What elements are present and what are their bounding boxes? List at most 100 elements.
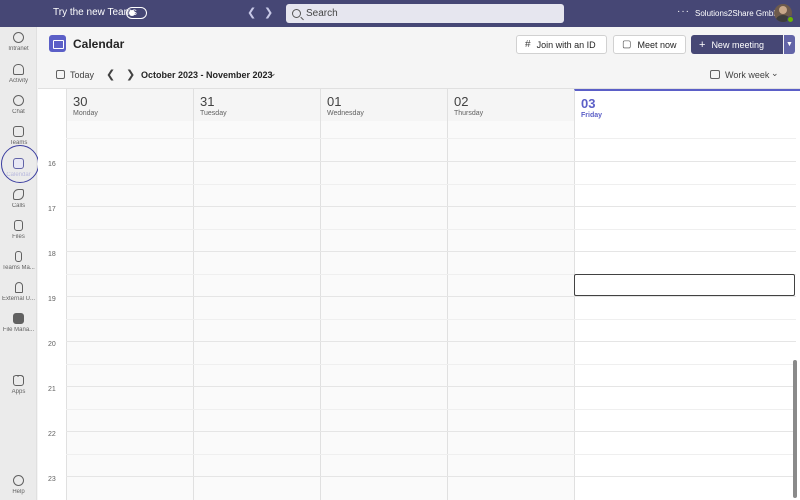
day-header-monday[interactable]: 30 Monday: [66, 89, 193, 121]
app-rail: Intranet Activity Chat Teams Calendar Ca…: [0, 27, 37, 500]
calendar-grid: 30 Monday 31 Tuesday 01 Wednesday 02 Thu…: [38, 88, 800, 500]
join-with-id-label: Join with an ID: [536, 39, 596, 50]
rail-label: Chat: [12, 109, 25, 115]
rail-label: Intranet: [8, 46, 29, 52]
chat-icon: [13, 95, 24, 106]
half-hour-line: [66, 319, 796, 320]
day-name: Wednesday: [327, 110, 364, 117]
more-options-icon[interactable]: ···: [677, 6, 690, 17]
day-header-friday[interactable]: 03 Friday: [574, 89, 800, 121]
phone-icon: [13, 189, 24, 200]
rail-item-external-users[interactable]: External U...: [0, 282, 37, 312]
day-column-monday[interactable]: [66, 121, 193, 500]
day-header-thursday[interactable]: 02 Thursday: [447, 89, 574, 121]
calendar-app-icon: [49, 35, 66, 52]
view-switcher-icon: [710, 70, 720, 79]
day-number: 02: [454, 94, 469, 109]
toggle-knob: [129, 10, 135, 16]
bell-icon: [13, 64, 24, 75]
day-number: 30: [73, 94, 88, 109]
new-meeting-button[interactable]: + New meeting: [691, 35, 783, 54]
day-column-wednesday[interactable]: [320, 121, 447, 500]
file-icon: [14, 220, 23, 231]
new-meeting-label: New meeting: [711, 39, 764, 50]
video-camera-icon: ▢: [622, 39, 632, 50]
search-icon: [292, 9, 301, 18]
rail-label: Help: [12, 489, 25, 495]
file-manager-icon: [13, 313, 24, 324]
join-with-id-button[interactable]: # Join with an ID: [516, 35, 607, 54]
help-icon: [13, 475, 24, 486]
rail-item-file-manager[interactable]: File Mana...: [0, 313, 37, 343]
hour-label: 23: [48, 476, 56, 483]
day-header-tuesday[interactable]: 31 Tuesday: [193, 89, 320, 121]
hour-line: [66, 251, 796, 252]
page-title: Calendar: [73, 37, 125, 51]
day-column-tuesday[interactable]: [193, 121, 320, 500]
rail-item-files[interactable]: Files: [0, 220, 37, 250]
day-name: Friday: [581, 112, 603, 119]
try-new-teams-label: Try the new Teams: [53, 7, 137, 18]
next-range-icon[interactable]: ❯: [126, 68, 135, 81]
rail-item-help[interactable]: Help: [0, 475, 37, 500]
half-hour-line: [66, 364, 796, 365]
meet-now-button[interactable]: ▢ Meet now: [613, 35, 686, 54]
organization-name[interactable]: Solutions2Share GmbH: [695, 9, 779, 18]
rail-label: External U...: [1, 296, 35, 302]
forward-arrow-icon[interactable]: ❯: [264, 6, 273, 19]
rail-label: Teams Ma...: [2, 265, 35, 271]
search-box[interactable]: [286, 4, 564, 23]
plus-icon: +: [699, 38, 706, 51]
rail-item-activity[interactable]: Activity: [0, 64, 37, 94]
meet-now-label: Meet now: [637, 39, 677, 50]
search-input[interactable]: [306, 8, 546, 19]
teams-manager-icon: [15, 251, 22, 262]
hour-line: [66, 476, 796, 477]
rail-item-chat[interactable]: Chat: [0, 95, 37, 125]
hour-label: 19: [48, 296, 56, 303]
today-button[interactable]: Today: [70, 70, 94, 80]
rail-item-apps[interactable]: Apps: [0, 375, 37, 405]
day-name: Thursday: [454, 110, 484, 117]
rail-item-calls[interactable]: Calls: [0, 189, 37, 219]
half-hour-line: [66, 184, 796, 185]
date-range-picker[interactable]: October 2023 - November 2023: [141, 70, 273, 80]
rail-label: Apps: [11, 389, 26, 395]
half-hour-line: [66, 138, 796, 139]
presence-status-icon: [787, 16, 794, 23]
day-column-thursday[interactable]: [447, 121, 574, 500]
rail-item-teams-manager[interactable]: Teams Ma...: [0, 251, 37, 281]
rail-label: Activity: [8, 78, 28, 84]
apps-icon: [13, 375, 24, 386]
new-teams-toggle[interactable]: [126, 7, 147, 19]
hour-line: [66, 386, 796, 387]
chevron-down-icon[interactable]: ⌄: [771, 68, 779, 79]
hour-line: [66, 296, 796, 297]
rail-label: Calls: [11, 203, 26, 209]
selected-time-slot[interactable]: [574, 274, 795, 296]
rail-item-intranet[interactable]: Intranet: [0, 32, 37, 62]
day-header-wednesday[interactable]: 01 Wednesday: [320, 89, 447, 121]
active-item-highlight: [1, 145, 39, 183]
chevron-down-icon[interactable]: ⌄: [269, 68, 277, 79]
day-number: 03: [581, 96, 596, 111]
day-name: Tuesday: [200, 110, 227, 117]
day-column-friday[interactable]: [574, 121, 800, 500]
hour-label: 18: [48, 251, 56, 258]
hour-label: 22: [48, 431, 56, 438]
hour-label: 20: [48, 341, 56, 348]
chevron-down-icon: ▼: [786, 41, 793, 48]
view-switcher[interactable]: Work week: [725, 70, 769, 80]
hour-label: 21: [48, 386, 56, 393]
intranet-icon: [13, 32, 24, 43]
day-number: 01: [327, 94, 342, 109]
half-hour-line: [66, 229, 796, 230]
vertical-scrollbar[interactable]: [793, 360, 797, 498]
half-hour-line: [66, 409, 796, 410]
back-arrow-icon[interactable]: ❮: [247, 6, 256, 19]
new-meeting-dropdown-button[interactable]: ▼: [784, 35, 795, 54]
hour-line: [66, 161, 796, 162]
previous-range-icon[interactable]: ❮: [106, 68, 115, 81]
hash-icon: #: [525, 39, 531, 50]
day-number: 31: [200, 94, 215, 109]
